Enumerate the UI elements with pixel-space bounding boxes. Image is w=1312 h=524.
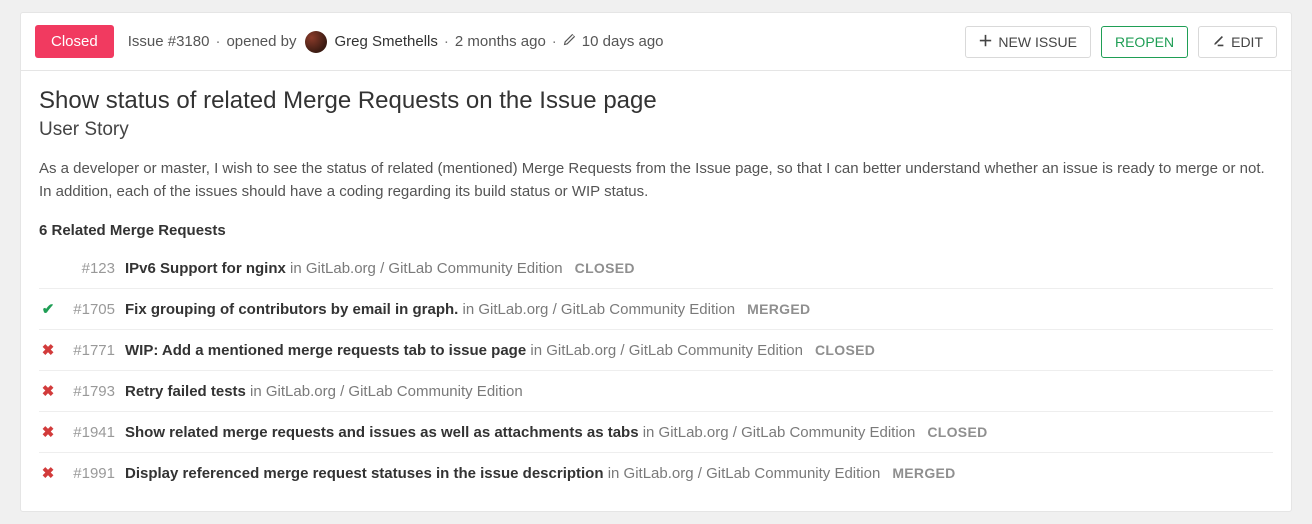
mr-title[interactable]: Display referenced merge request statuse… (125, 465, 608, 482)
updated-ago: 10 days ago (582, 33, 664, 50)
mr-status: MERGED (892, 465, 955, 481)
mr-row[interactable]: ✖ #1771 WIP: Add a mentioned merge request… (39, 330, 1273, 371)
issue-meta: Issue #3180 · opened by Greg Smethells ·… (128, 31, 966, 53)
new-issue-button[interactable]: NEW ISSUE (965, 26, 1091, 58)
separator-dot: · (215, 33, 220, 50)
plus-icon (979, 34, 992, 50)
opened-by-label: opened by (226, 33, 296, 50)
issue-subtitle: User Story (39, 119, 1273, 141)
issue-description: As a developer or master, I wish to see … (39, 157, 1273, 204)
issue-ref: Issue #3180 (128, 33, 210, 50)
mr-project[interactable]: in GitLab.org / GitLab Community Edition (250, 383, 523, 400)
edit-icon (1212, 34, 1225, 50)
mr-number[interactable]: #1771 (67, 342, 115, 359)
edit-button[interactable]: EDIT (1198, 26, 1277, 58)
x-icon: ✖ (39, 423, 57, 441)
mr-row[interactable]: ✖ #1991 Display referenced merge request s… (39, 453, 1273, 493)
mr-content: Retry failed tests in GitLab.org / GitLa… (125, 383, 523, 400)
mr-title[interactable]: WIP: Add a mentioned merge requests tab … (125, 342, 530, 359)
x-icon: ✖ (39, 341, 57, 359)
mr-content: IPv6 Support for nginx in GitLab.org / G… (125, 260, 635, 277)
mr-number[interactable]: #1705 (67, 301, 115, 318)
mr-status: CLOSED (927, 424, 987, 440)
mr-number[interactable]: #123 (67, 260, 115, 277)
x-icon: ✖ (39, 382, 57, 400)
mr-content: Fix grouping of contributors by email in… (125, 301, 810, 318)
mr-project[interactable]: in GitLab.org / GitLab Community Edition (290, 260, 563, 277)
issue-panel: Closed Issue #3180 · opened by Greg Smet… (20, 12, 1292, 512)
mr-status: CLOSED (815, 342, 875, 358)
mr-row[interactable]: ✖ #1793 Retry failed tests in GitLab.org /… (39, 371, 1273, 412)
edit-label: EDIT (1231, 34, 1263, 50)
status-badge: Closed (35, 25, 114, 58)
mr-status: CLOSED (575, 260, 635, 276)
mr-project[interactable]: in GitLab.org / GitLab Community Edition (608, 465, 881, 482)
mr-title[interactable]: IPv6 Support for nginx (125, 260, 290, 277)
mr-project[interactable]: in GitLab.org / GitLab Community Edition (643, 424, 916, 441)
mr-content: Show related merge requests and issues a… (125, 424, 988, 441)
new-issue-label: NEW ISSUE (998, 34, 1077, 50)
issue-title: Show status of related Merge Requests on… (39, 87, 1273, 115)
mr-title[interactable]: Retry failed tests (125, 383, 250, 400)
reopen-button[interactable]: REOPEN (1101, 26, 1188, 58)
mr-status: MERGED (747, 301, 810, 317)
mr-title[interactable]: Fix grouping of contributors by email in… (125, 301, 463, 318)
check-icon: ✔ (39, 300, 57, 318)
author-link[interactable]: Greg Smethells (335, 33, 438, 50)
x-icon: ✖ (39, 464, 57, 482)
mr-content: WIP: Add a mentioned merge requests tab … (125, 342, 875, 359)
mr-row[interactable]: ✔ #1705 Fix grouping of contributors by em… (39, 289, 1273, 330)
mr-row[interactable]: #123 IPv6 Support for nginx in GitLab.org… (39, 249, 1273, 289)
related-mr-list: #123 IPv6 Support for nginx in GitLab.org… (39, 249, 1273, 493)
mr-content: Display referenced merge request statuse… (125, 465, 956, 482)
mr-title[interactable]: Show related merge requests and issues a… (125, 424, 643, 441)
action-buttons: NEW ISSUE REOPEN EDIT (965, 26, 1277, 58)
issue-header: Closed Issue #3180 · opened by Greg Smet… (21, 13, 1291, 71)
mr-project[interactable]: in GitLab.org / GitLab Community Edition (530, 342, 803, 359)
issue-body: Show status of related Merge Requests on… (21, 71, 1291, 511)
mr-number[interactable]: #1991 (67, 465, 115, 482)
created-ago: 2 months ago (455, 33, 546, 50)
mr-number[interactable]: #1941 (67, 424, 115, 441)
reopen-label: REOPEN (1115, 34, 1174, 50)
pencil-icon (563, 33, 576, 50)
mr-row[interactable]: ✖ #1941 Show related merge requests and is… (39, 412, 1273, 453)
mr-number[interactable]: #1793 (67, 383, 115, 400)
related-heading: 6 Related Merge Requests (39, 222, 1273, 239)
separator-dot: · (444, 33, 449, 50)
mr-project[interactable]: in GitLab.org / GitLab Community Edition (463, 301, 736, 318)
avatar[interactable] (305, 31, 327, 53)
separator-dot: · (552, 33, 557, 50)
